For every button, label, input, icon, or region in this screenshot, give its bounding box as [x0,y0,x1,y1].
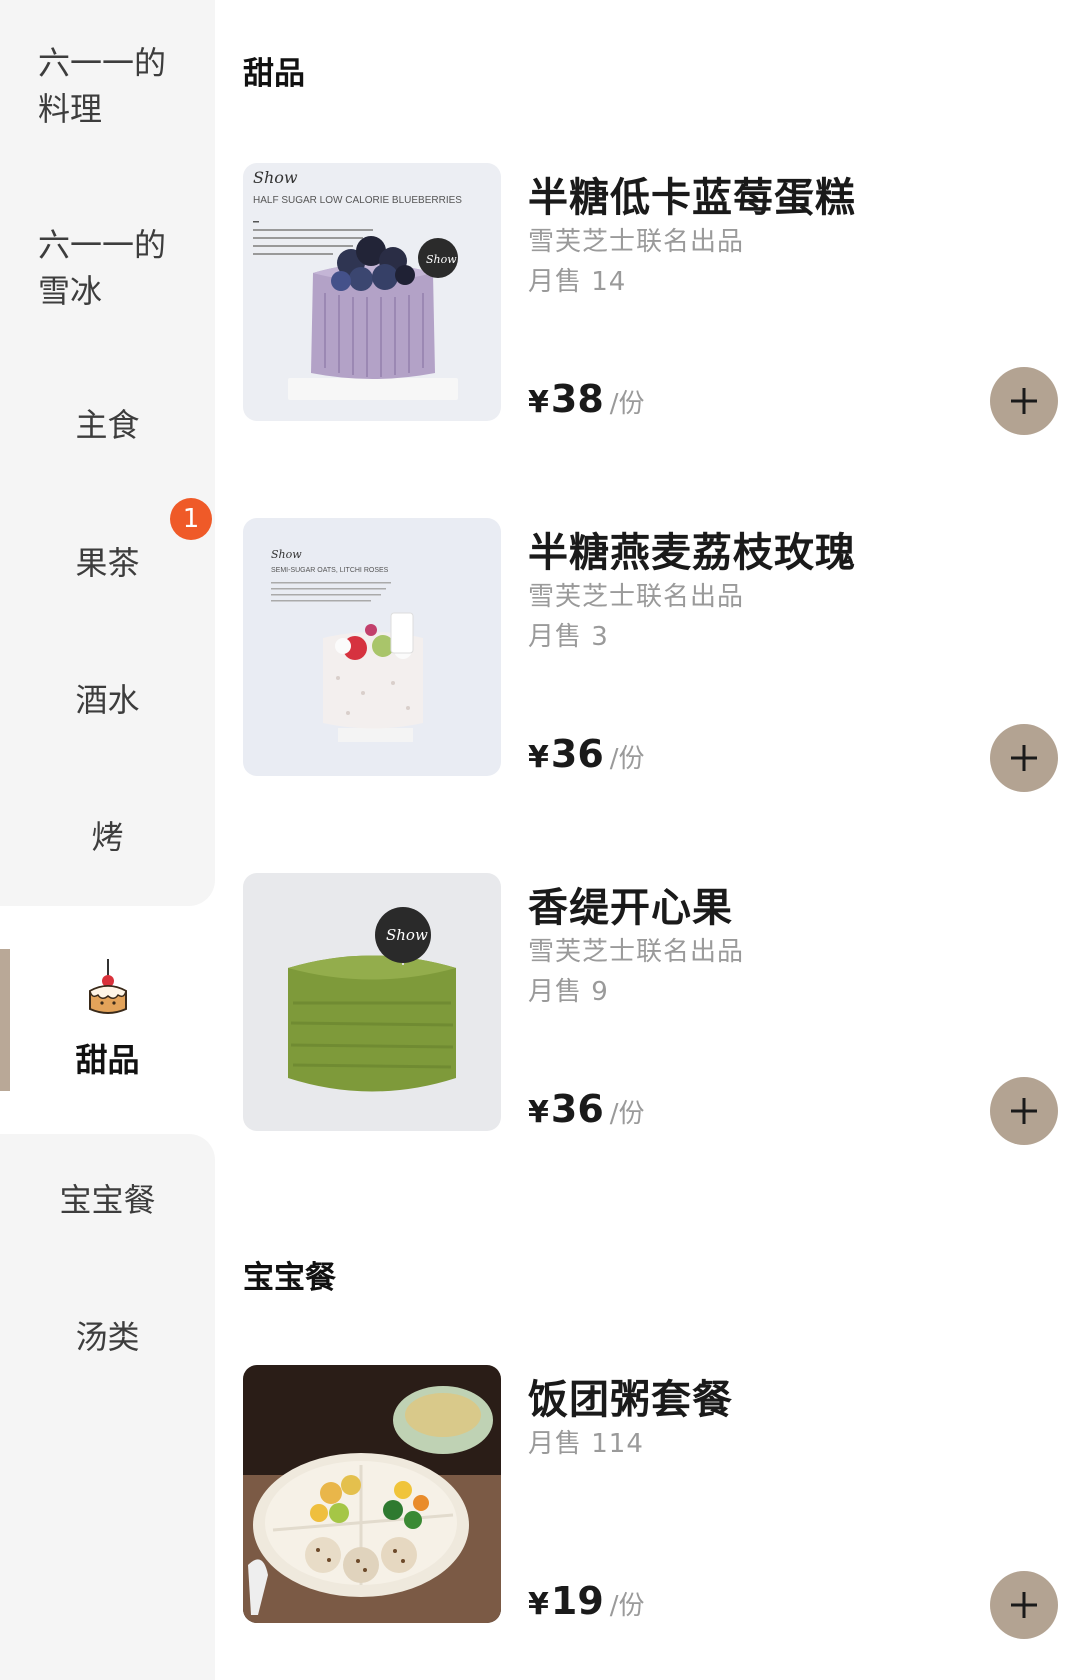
product-image[interactable] [243,1365,501,1623]
sidebar-item-baby-meal[interactable]: 宝宝餐 [0,1177,215,1223]
item-brand: 雪芙芝士联名出品 [528,937,745,967]
item-name: 香缇开心果 [528,885,733,931]
price-currency: ¥ [528,385,549,420]
price-value: 19 [550,1579,604,1623]
sidebar-item-label: 宝宝餐 [59,1181,156,1219]
item-price: ¥ 38 /份 [528,377,645,421]
sidebar-item-grill[interactable]: 烤 [0,814,215,860]
sidebar-item-label: 六一一的料理 [38,44,167,128]
sidebar-item-liuyiyi-snow-ice[interactable]: 六一一的雪冰 [0,212,215,324]
section-title-baby-meal: 宝宝餐 [243,1260,336,1296]
sidebar-item-dessert[interactable]: 甜品 [0,950,215,1090]
svg-text:SEMI-SUGAR OATS, LITCHI ROSES: SEMI-SUGAR OATS, LITCHI ROSES [271,567,389,574]
menu-item-oat-litchi-rose[interactable]: Show SEMI-SUGAR OATS, LITCHI ROSES 半糖燕麦荔… [243,518,1058,792]
item-price: ¥ 19 /份 [528,1579,645,1623]
sidebar-item-drinks[interactable]: 酒水 [0,677,215,723]
price-currency: ¥ [528,1587,549,1622]
product-image[interactable]: Show SEMI-SUGAR OATS, LITCHI ROSES [243,518,501,776]
price-unit: /份 [609,744,645,774]
section-title-dessert: 甜品 [243,56,305,92]
add-to-cart-button[interactable] [990,1571,1058,1639]
item-monthly-sales: 月售 114 [528,1429,644,1459]
add-to-cart-button[interactable] [990,724,1058,792]
sidebar-item-label: 酒水 [75,681,140,719]
add-to-cart-button[interactable] [990,367,1058,435]
menu-item-pistachio-chantilly[interactable]: Show 香缇开心果 雪芙芝士联名出品 月售 9 ¥ 36 /份 [243,873,1058,1145]
item-name: 饭团粥套餐 [528,1377,733,1423]
price-currency: ¥ [528,740,549,775]
litchi-rose-cake-image: Show SEMI-SUGAR OATS, LITCHI ROSES [243,518,501,776]
sidebar-item-label: 烤 [91,818,124,856]
menu-item-blueberry-cake[interactable]: Show HALF SUGAR LOW CALORIE BLUEBERRIES [243,163,1058,435]
item-name: 半糖低卡蓝莓蛋糕 [528,175,856,221]
sidebar-item-liuyiyi-cuisine[interactable]: 六一一的料理 [0,30,215,142]
price-currency: ¥ [528,1095,549,1130]
price-value: 38 [550,377,604,421]
sidebar-item-soup[interactable]: 汤类 [0,1314,215,1360]
item-price: ¥ 36 /份 [528,732,645,776]
plus-icon [1011,745,1037,771]
sidebar-item-label: 汤类 [75,1318,140,1356]
cart-count-badge: 1 [170,498,212,540]
svg-text:Show: Show [271,548,302,561]
item-name: 半糖燕麦荔枝玫瑰 [528,530,856,576]
add-to-cart-button[interactable] [990,1077,1058,1145]
sidebar-item-label: 果茶 [75,544,140,582]
price-value: 36 [550,732,604,776]
plus-icon [1011,1592,1037,1618]
item-brand: 雪芙芝士联名出品 [528,582,745,612]
price-unit: /份 [609,1591,645,1621]
category-sidebar: 六一一的料理 六一一的雪冰 主食 果茶 1 酒水 烤 甜品 宝宝餐 汤类 [0,0,215,1680]
item-monthly-sales: 月售 14 [528,267,627,297]
rice-ball-set-image [243,1365,501,1623]
pistachio-cake-image: Show [243,873,501,1131]
svg-text:HALF SUGAR LOW CALORIE BLUEBER: HALF SUGAR LOW CALORIE BLUEBERRIES [253,195,462,206]
blueberry-cake-image: Show HALF SUGAR LOW CALORIE BLUEBERRIES [243,163,501,421]
item-price: ¥ 36 /份 [528,1087,645,1131]
item-monthly-sales: 月售 3 [528,622,609,652]
price-value: 36 [550,1087,604,1131]
menu-list[interactable]: 甜品 Show HALF SUGAR LOW CALORIE BLUEBERRI… [215,0,1080,1680]
sidebar-item-fruit-tea[interactable]: 果茶 [0,540,215,586]
svg-text:Show: Show [253,168,298,187]
product-image[interactable]: Show [243,873,501,1131]
sidebar-item-label: 甜品 [75,1041,140,1079]
menu-item-rice-ball-porridge-set[interactable]: 饭团粥套餐 月售 114 ¥ 19 /份 [243,1365,1058,1639]
price-unit: /份 [609,1099,645,1129]
price-unit: /份 [609,389,645,419]
item-brand: 雪芙芝士联名出品 [528,227,745,257]
item-monthly-sales: 月售 9 [528,977,609,1007]
sidebar-item-staple[interactable]: 主食 [0,402,215,448]
plus-icon [1011,1098,1037,1124]
sidebar-item-label: 六一一的雪冰 [38,226,167,310]
product-image[interactable]: Show HALF SUGAR LOW CALORIE BLUEBERRIES [243,163,501,421]
svg-text:Show: Show [426,253,457,266]
sidebar-item-label: 主食 [75,406,140,444]
cake-icon [88,959,127,1014]
plus-icon [1011,388,1037,414]
svg-text:Show: Show [386,926,428,944]
